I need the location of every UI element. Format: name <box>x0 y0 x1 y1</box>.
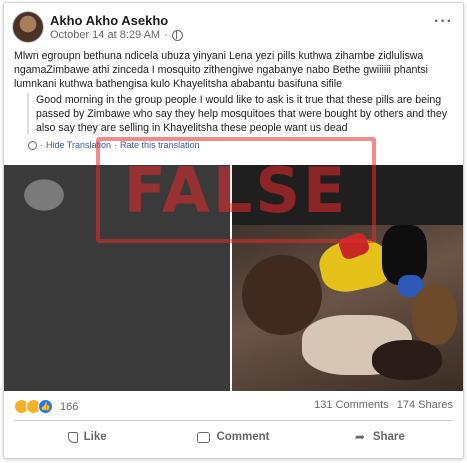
facebook-post-card: Akho Akho Asekho October 14 at 8:29 AM ·… <box>3 2 464 459</box>
post-translated-text: Good morning in the group people I would… <box>27 93 456 135</box>
comment-button[interactable]: Comment <box>160 423 306 451</box>
reaction-count[interactable]: 166 <box>60 401 78 413</box>
comment-label: Comment <box>216 431 270 443</box>
divider <box>14 420 453 421</box>
share-button[interactable]: ➦ Share <box>307 423 453 451</box>
person-shape-2 <box>372 340 442 380</box>
post-actions: Like Comment ➦ Share <box>14 423 453 451</box>
post-meta: October 14 at 8:29 AM · <box>50 29 183 41</box>
patterned-garment <box>412 285 457 345</box>
share-icon: ➦ <box>354 430 365 444</box>
comment-icon <box>197 431 211 443</box>
like-reaction-icon: 👍 <box>38 399 53 414</box>
person-shape <box>242 255 322 335</box>
post-stats: 👍 166 131 Comments 174 Shares <box>14 397 453 417</box>
post-header: Akho Akho Asekho October 14 at 8:29 AM ·… <box>12 11 455 45</box>
like-button[interactable]: Like <box>14 423 160 451</box>
comment-count[interactable]: 131 Comments <box>314 399 389 411</box>
date-separator: · <box>164 29 168 41</box>
share-label: Share <box>372 431 405 443</box>
share-count[interactable]: 174 Shares <box>397 399 453 411</box>
more-options-icon[interactable]: ··· <box>434 13 453 31</box>
reactions[interactable]: 👍 166 <box>14 399 78 414</box>
thumbs-up-icon <box>67 431 78 443</box>
like-label: Like <box>83 431 107 443</box>
false-stamp: FALSE <box>96 137 376 243</box>
post-date[interactable]: October 14 at 8:29 AM <box>50 29 160 41</box>
avatar[interactable] <box>12 11 44 43</box>
gear-icon <box>28 140 37 150</box>
comment-share-counts: 131 Comments 174 Shares <box>314 399 453 411</box>
author-name[interactable]: Akho Akho Asekho <box>50 13 168 28</box>
post-original-text: Mlwn egroupn bethuna ndicela ubuza yinya… <box>14 50 428 90</box>
globe-icon <box>171 29 183 41</box>
